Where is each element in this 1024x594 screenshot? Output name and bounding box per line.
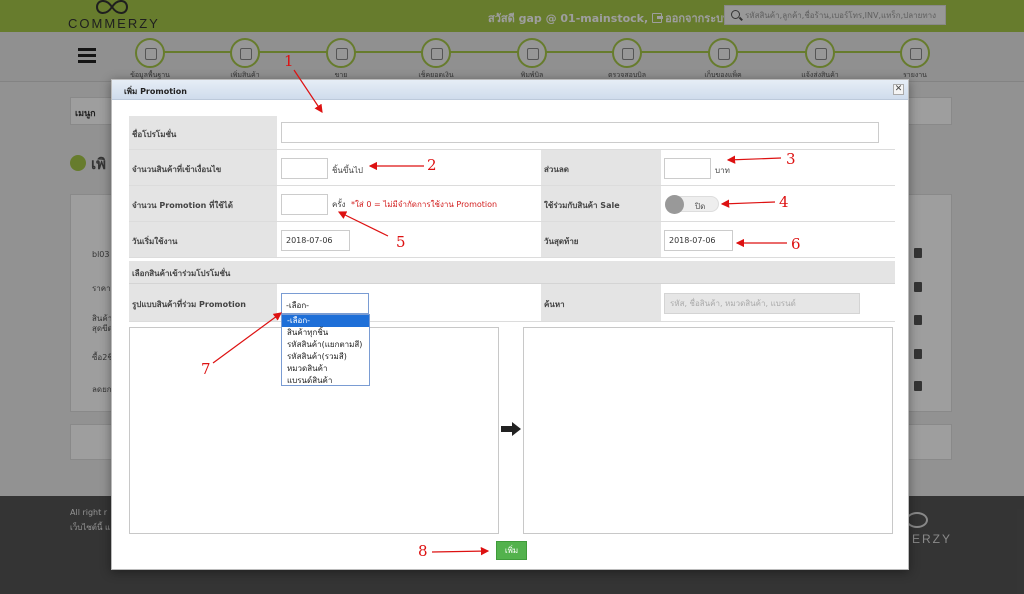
min-items-input[interactable] <box>281 158 328 179</box>
annotation-5: 5 <box>396 233 406 251</box>
end-date-label-cell: วันสุดท้าย <box>541 222 661 257</box>
annotation-2: 2 <box>427 156 437 174</box>
start-date-label-cell: วันเริ่มใช้งาน <box>129 222 277 257</box>
dropdown-option[interactable]: รหัสสินค้า(รวมสี) <box>282 351 369 363</box>
product-search-input[interactable] <box>664 293 860 314</box>
uses-note: *ใส่ 0 = ไม่มีจำกัดการใช้งาน Promotion <box>351 200 498 209</box>
annotation-7: 7 <box>201 360 211 378</box>
sale-label-cell: ใช้ร่วมกับสินค้า Sale <box>541 186 661 221</box>
arrow-right-icon[interactable] <box>501 422 521 436</box>
search-label-cell: ค้นหา <box>541 284 661 321</box>
dropdown-option[interactable]: สินค้าทุกชิ้น <box>282 327 369 339</box>
selected-products-list[interactable] <box>523 327 893 534</box>
promo-name-label-cell: ชื่อโปรโมชั่น <box>129 116 277 149</box>
annotation-1: 1 <box>284 52 294 70</box>
uses-unit: ครั้ง <box>332 200 346 209</box>
start-date-label: วันเริ่มใช้งาน <box>132 237 178 246</box>
add-button[interactable]: เพิ่ม <box>496 541 527 560</box>
type-label-cell: รูปแบบสินค้าที่ร่วม Promotion <box>129 284 277 321</box>
modal-title: เพิ่ม Promotion <box>124 87 187 96</box>
discount-unit: บาท <box>715 166 730 175</box>
start-date-input[interactable] <box>281 230 350 251</box>
sale-label: ใช้ร่วมกับสินค้า Sale <box>544 201 620 210</box>
min-items-unit: ชิ้นขึ้นไป <box>332 166 363 175</box>
annotation-8: 8 <box>418 542 428 560</box>
discount-label: ส่วนลด <box>544 165 569 174</box>
discount-label-cell: ส่วนลด <box>541 150 661 185</box>
annotation-6: 6 <box>791 235 801 253</box>
annotation-3: 3 <box>786 150 796 168</box>
min-items-label-cell: จำนวนสินค้าที่เข้าเงื่อนไข <box>129 150 277 185</box>
sale-toggle-text: ปิด <box>695 202 706 211</box>
toggle-knob <box>665 195 684 214</box>
dates-row: วันเริ่มใช้งาน วันสุดท้าย <box>129 222 895 258</box>
annotation-4: 4 <box>779 193 789 211</box>
search-label: ค้นหา <box>544 300 565 309</box>
dropdown-option[interactable]: แบรนด์สินค้า <box>282 375 369 387</box>
product-section-header: เลือกสินค้าเข้าร่วมโปรโมชั่น <box>129 261 895 284</box>
modal-header: เพิ่ม Promotion ✕ <box>112 80 908 100</box>
dropdown-option[interactable]: -เลือก- <box>282 315 369 327</box>
end-date-input[interactable] <box>664 230 733 251</box>
product-type-select[interactable]: -เลือก- <box>281 293 369 314</box>
promo-name-label: ชื่อโปรโมชั่น <box>132 130 177 139</box>
uses-input[interactable] <box>281 194 328 215</box>
dropdown-option[interactable]: รหัสสินค้า(แยกตามสี) <box>282 339 369 351</box>
sale-toggle[interactable]: ปิด <box>665 195 719 214</box>
promo-name-row: ชื่อโปรโมชั่น <box>129 116 895 150</box>
type-label: รูปแบบสินค้าที่ร่วม Promotion <box>132 300 246 309</box>
close-icon[interactable]: ✕ <box>893 84 904 95</box>
discount-input[interactable] <box>664 158 711 179</box>
section-title: เลือกสินค้าเข้าร่วมโปรโมชั่น <box>132 269 231 278</box>
min-items-row: จำนวนสินค้าที่เข้าเงื่อนไข ชิ้นขึ้นไป ส่… <box>129 150 895 186</box>
uses-label-cell: จำนวน Promotion ที่ใช้ได้ <box>129 186 277 221</box>
uses-label: จำนวน Promotion ที่ใช้ได้ <box>132 201 233 210</box>
end-date-label: วันสุดท้าย <box>544 237 579 246</box>
min-items-label: จำนวนสินค้าที่เข้าเงื่อนไข <box>132 165 222 174</box>
promo-name-input[interactable] <box>281 122 879 143</box>
dropdown-option[interactable]: หมวดสินค้า <box>282 363 369 375</box>
product-type-dropdown: -เลือก- สินค้าทุกชิ้น รหัสสินค้า(แยกตามส… <box>281 314 370 386</box>
